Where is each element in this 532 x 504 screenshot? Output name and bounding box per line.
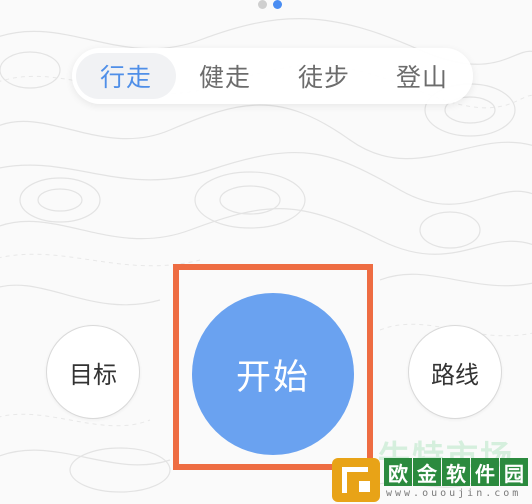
- watermark-url: www.ououjin.com: [386, 488, 522, 499]
- watermark-char: 件: [471, 458, 499, 486]
- page-dot-inactive[interactable]: [258, 0, 267, 9]
- watermark-char: 软: [442, 458, 470, 486]
- activity-type-tabs: 行走 健走 徒步 登山: [72, 48, 473, 104]
- page-indicator: [256, 0, 288, 10]
- watermark-logo-icon: [332, 458, 380, 502]
- highlight-annotation-box: [173, 264, 373, 470]
- watermark-char: 欧: [384, 458, 412, 486]
- tab-walk[interactable]: 行走: [76, 53, 176, 99]
- tab-mountaineering[interactable]: 登山: [372, 53, 472, 99]
- watermark-char: 金: [413, 458, 441, 486]
- target-button[interactable]: 目标: [46, 325, 140, 419]
- route-button[interactable]: 路线: [408, 325, 502, 419]
- watermark-logo-square: [359, 481, 370, 492]
- page-dot-active[interactable]: [273, 0, 282, 9]
- tab-brisk-walk[interactable]: 健走: [175, 53, 275, 99]
- watermark-char: 园: [500, 458, 528, 486]
- watermark-title: 欧 金 软 件 园: [384, 458, 530, 486]
- tab-hiking[interactable]: 徒步: [274, 53, 374, 99]
